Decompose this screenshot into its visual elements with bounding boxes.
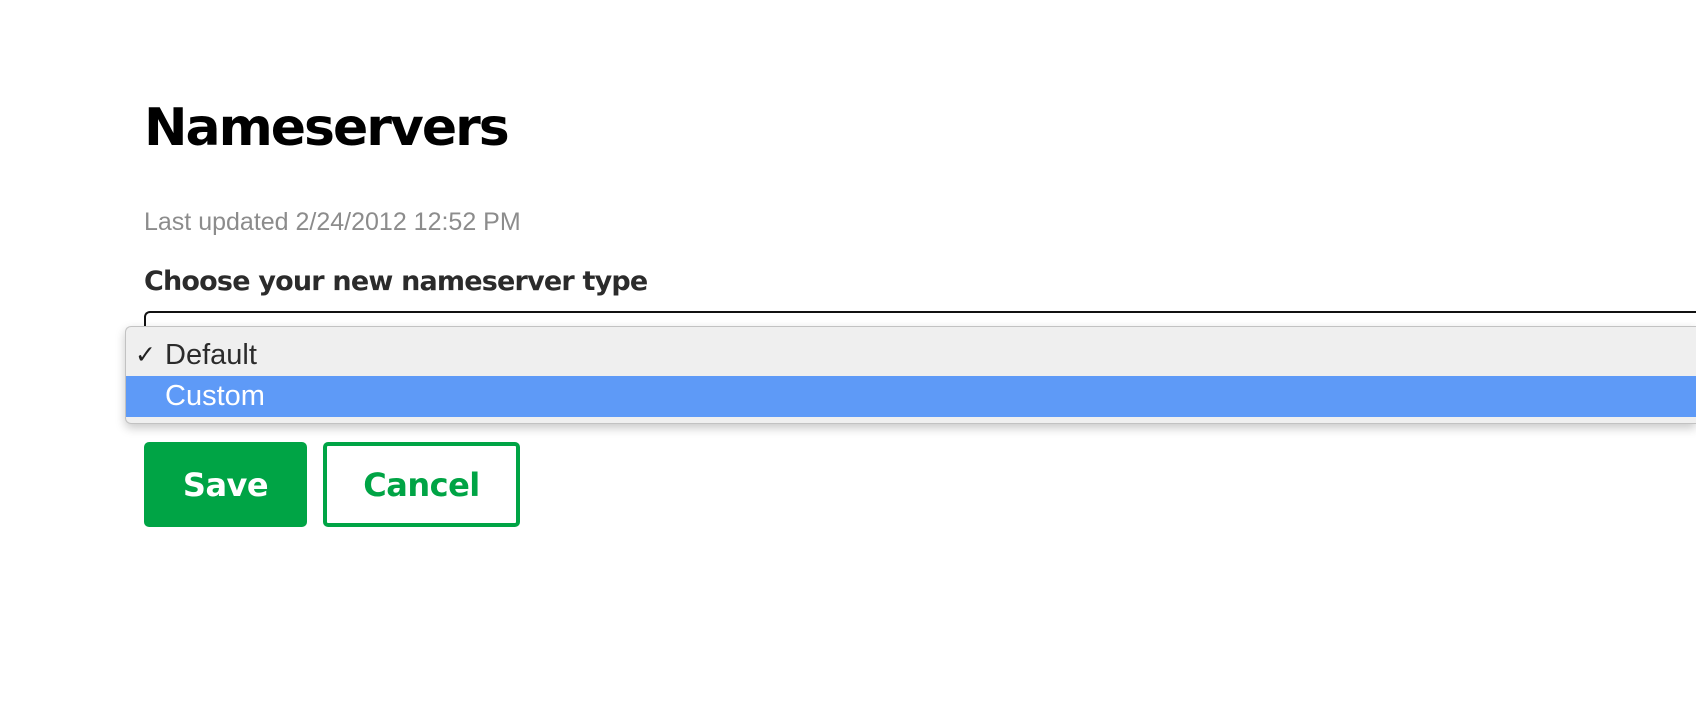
cancel-button[interactable]: Cancel [323,442,520,527]
option-label: Default [165,339,257,371]
option-custom[interactable]: Custom [126,376,1696,417]
option-label: Custom [165,380,265,412]
option-default[interactable]: ✓ Default [126,335,1696,376]
page-title: Nameservers [144,98,510,158]
last-updated-text: Last updated 2/24/2012 12:52 PM [144,208,521,236]
checkmark-icon: ✓ [135,341,156,369]
nameserver-type-label: Choose your new nameserver type [144,266,648,297]
nameserver-type-dropdown-menu: ✓ Default Custom [125,326,1696,424]
save-button[interactable]: Save [144,442,307,527]
